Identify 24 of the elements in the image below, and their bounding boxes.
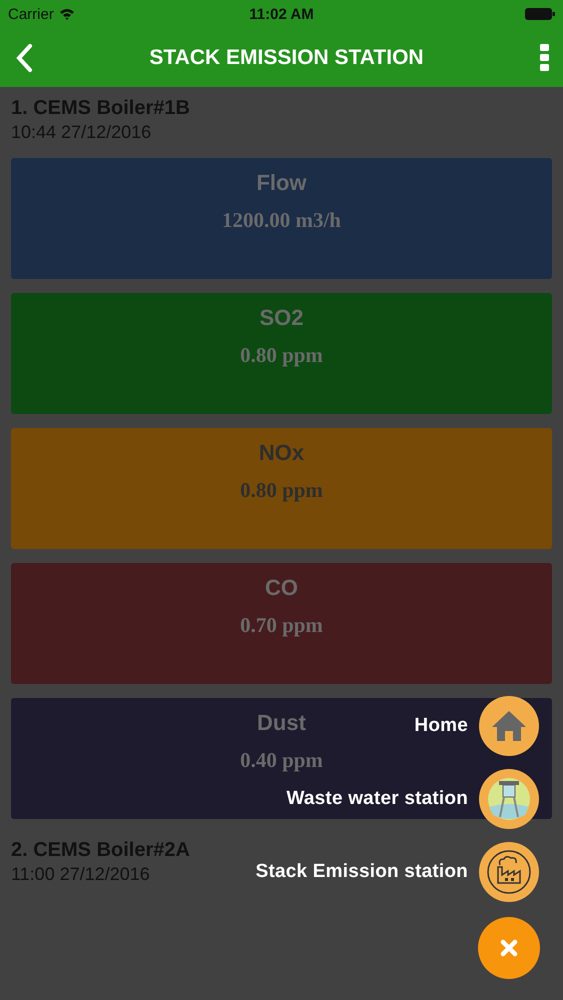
reading-value: 0.80 ppm: [240, 343, 323, 368]
reading-label: Flow: [256, 170, 307, 196]
wifi-icon: [58, 8, 75, 20]
battery-icon: [524, 8, 555, 20]
carrier-label: Carrier: [8, 6, 54, 22]
reading-value: 0.80 ppm: [240, 478, 323, 503]
menu-item-label[interactable]: Home: [414, 715, 468, 737]
reading-label: Dust: [257, 710, 306, 736]
screen-title: STACK EMISSION STATION: [149, 46, 424, 70]
reading-value: 1200.00 m3/h: [222, 208, 341, 233]
reading-label: NOx: [258, 440, 304, 466]
home-icon: [491, 710, 527, 742]
reading-label: CO: [265, 575, 298, 601]
reading-label: SO2: [259, 305, 304, 331]
factory-icon: [486, 849, 532, 895]
close-icon: [500, 939, 518, 957]
menu-item-label[interactable]: Waste water station: [286, 788, 468, 810]
status-time: 11:02 AM: [249, 6, 314, 22]
menu-item-label[interactable]: Stack Emission station: [256, 861, 468, 883]
back-button[interactable]: [14, 42, 34, 72]
water-tower-icon: [487, 777, 531, 821]
reading-value: 0.70 ppm: [240, 613, 323, 638]
reading-value: 0.40 ppm: [240, 748, 323, 773]
more-menu-button[interactable]: [538, 42, 551, 72]
